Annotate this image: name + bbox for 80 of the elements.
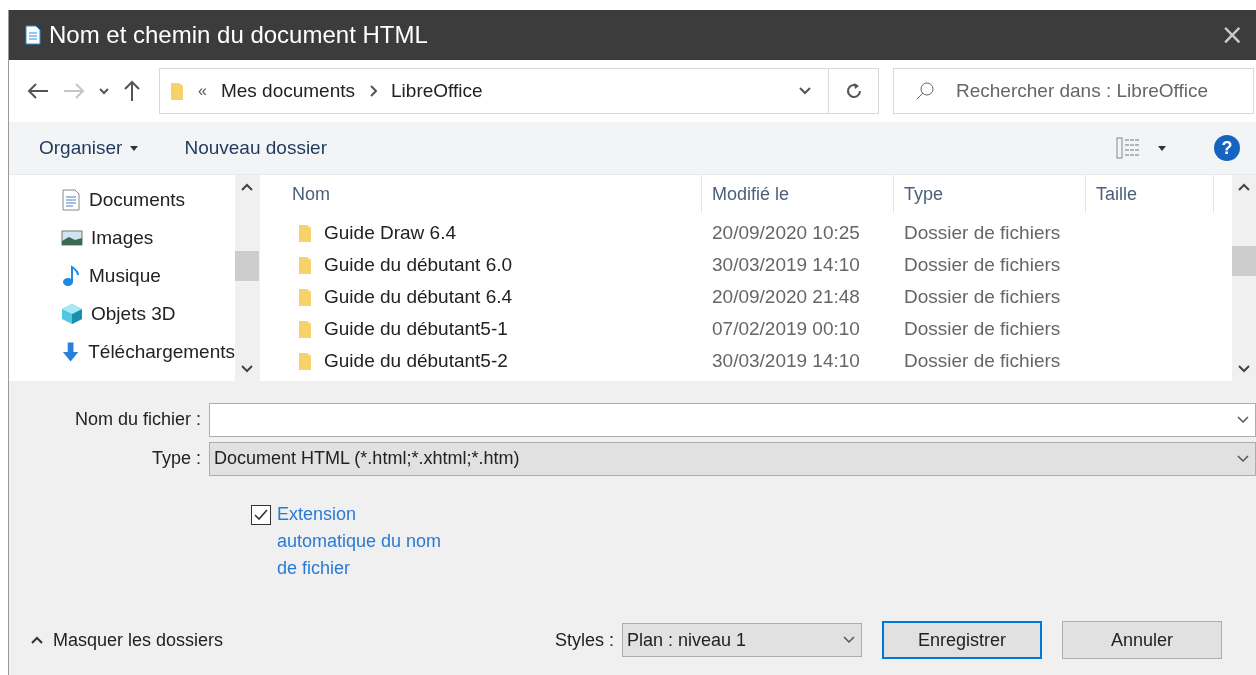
organise-menu-button[interactable]: Organiser	[39, 137, 123, 159]
caret-icon[interactable]	[130, 145, 139, 151]
scrollbar[interactable]	[1232, 175, 1256, 381]
folder-icon	[170, 81, 184, 101]
column-header[interactable]: Taille	[1086, 175, 1214, 213]
sidebar-item[interactable]: Téléchargements	[61, 333, 235, 371]
field-label: Nom du fichier :	[73, 409, 202, 430]
folder-icon	[298, 255, 312, 275]
table-cell-text: Dossier de fichiers	[903, 318, 1062, 340]
chevron-down-icon[interactable]	[798, 86, 812, 96]
column-header[interactable]: Modifié le	[702, 175, 894, 213]
chevron-down-icon[interactable]	[1237, 415, 1249, 424]
table-cell-text: 30/03/2019 14:10	[711, 254, 861, 276]
table-cell-text: 07/02/2019 00:10	[711, 318, 861, 340]
refresh-button[interactable]	[829, 68, 879, 114]
table-cell-text: Dossier de fichiers	[903, 254, 1062, 276]
search-field[interactable]: Rechercher dans : LibreOffice	[893, 68, 1254, 114]
file-name-cell[interactable]: Guide du débutant 6.4	[282, 286, 702, 308]
styles-dropdown[interactable]: Plan : niveau 1	[622, 623, 862, 657]
column-header[interactable]: Nom	[282, 175, 702, 213]
landscape-picture-icon	[61, 230, 83, 246]
scroll-down-icon[interactable]	[1238, 365, 1250, 373]
caret-icon[interactable]	[99, 87, 109, 95]
chevron-down-icon	[843, 636, 855, 644]
back-arrow-icon[interactable]	[27, 82, 49, 100]
table-cell-text: 20/09/2020 10:25	[711, 222, 861, 244]
sidebar-item[interactable]: Musique	[61, 257, 235, 295]
scroll-up-icon[interactable]	[241, 183, 253, 191]
table-cell-text: 30/03/2019 14:10	[711, 350, 861, 372]
scroll-up-icon[interactable]	[1238, 183, 1250, 191]
breadcrumb-item[interactable]: Mes documents	[220, 80, 356, 102]
document-icon	[25, 25, 41, 45]
help-button[interactable]: ?	[1214, 135, 1240, 161]
hide-folders-button[interactable]: Masquer les dossiers	[31, 629, 224, 651]
chevron-up-icon	[31, 636, 43, 644]
breadcrumb-item[interactable]: LibreOffice	[391, 80, 483, 102]
file-name-cell[interactable]: Guide du débutant5-2	[282, 350, 702, 372]
file-name-cell[interactable]: Guide du débutant5-1	[282, 318, 702, 340]
scrollbar-thumb[interactable]	[1232, 246, 1256, 276]
table-cell-text: Dossier de fichiers	[903, 286, 1062, 308]
folder-icon	[298, 319, 312, 339]
checkmark-icon	[254, 509, 268, 521]
folder-icon	[298, 351, 312, 371]
window-title: Nom et chemin du document HTML	[49, 21, 428, 49]
new-folder-button[interactable]: Nouveau dossier	[184, 137, 327, 159]
cancel-button[interactable]: Annuler	[1062, 621, 1222, 659]
document-icon	[61, 189, 81, 211]
scroll-down-icon[interactable]	[241, 365, 253, 373]
refresh-icon	[844, 82, 863, 100]
save-button[interactable]: Enregistrer	[882, 621, 1042, 659]
chevron-right-icon	[369, 85, 378, 97]
address-bar[interactable]: « Mes documents LibreOffice	[159, 68, 829, 114]
close-button[interactable]: ×	[1220, 21, 1244, 49]
sidebar-item[interactable]: Objets 3D	[61, 295, 235, 333]
field-label: Type :	[150, 448, 202, 469]
table-cell-text: Dossier de fichiers	[903, 222, 1062, 244]
search-icon	[915, 81, 935, 101]
column-header[interactable]: Type	[894, 175, 1086, 213]
folder-icon	[298, 287, 312, 307]
file-name-cell[interactable]: Guide Draw 6.4	[282, 222, 702, 244]
field-label: Styles :	[554, 629, 614, 651]
table-cell-text: 20/09/2020 21:48	[711, 286, 861, 308]
scrollbar-thumb[interactable]	[235, 251, 259, 281]
scrollbar[interactable]	[235, 175, 259, 381]
file-name-cell[interactable]: Guide du débutant 6.0	[282, 254, 702, 276]
checkbox[interactable]	[251, 505, 271, 525]
checkbox-label[interactable]: Extension automatique du nom de fichier	[277, 501, 452, 582]
cube-icon	[61, 303, 83, 325]
filename-field[interactable]	[209, 402, 1256, 437]
chevron-down-icon	[1237, 454, 1249, 463]
up-arrow-icon[interactable]	[123, 80, 141, 102]
music-note-icon	[61, 265, 81, 287]
sidebar-item[interactable]: Images	[61, 219, 235, 257]
sidebar-item[interactable]: Documents	[61, 181, 235, 219]
download-arrow-icon	[61, 341, 81, 363]
file-type-dropdown[interactable]: Document HTML (*.html;*.xhtml;*.htm)	[209, 441, 1256, 476]
folder-icon	[298, 223, 312, 243]
table-cell-text: Dossier de fichiers	[903, 350, 1062, 372]
caret-icon[interactable]	[1158, 145, 1166, 151]
breadcrumb-overflow[interactable]: «	[198, 82, 207, 100]
